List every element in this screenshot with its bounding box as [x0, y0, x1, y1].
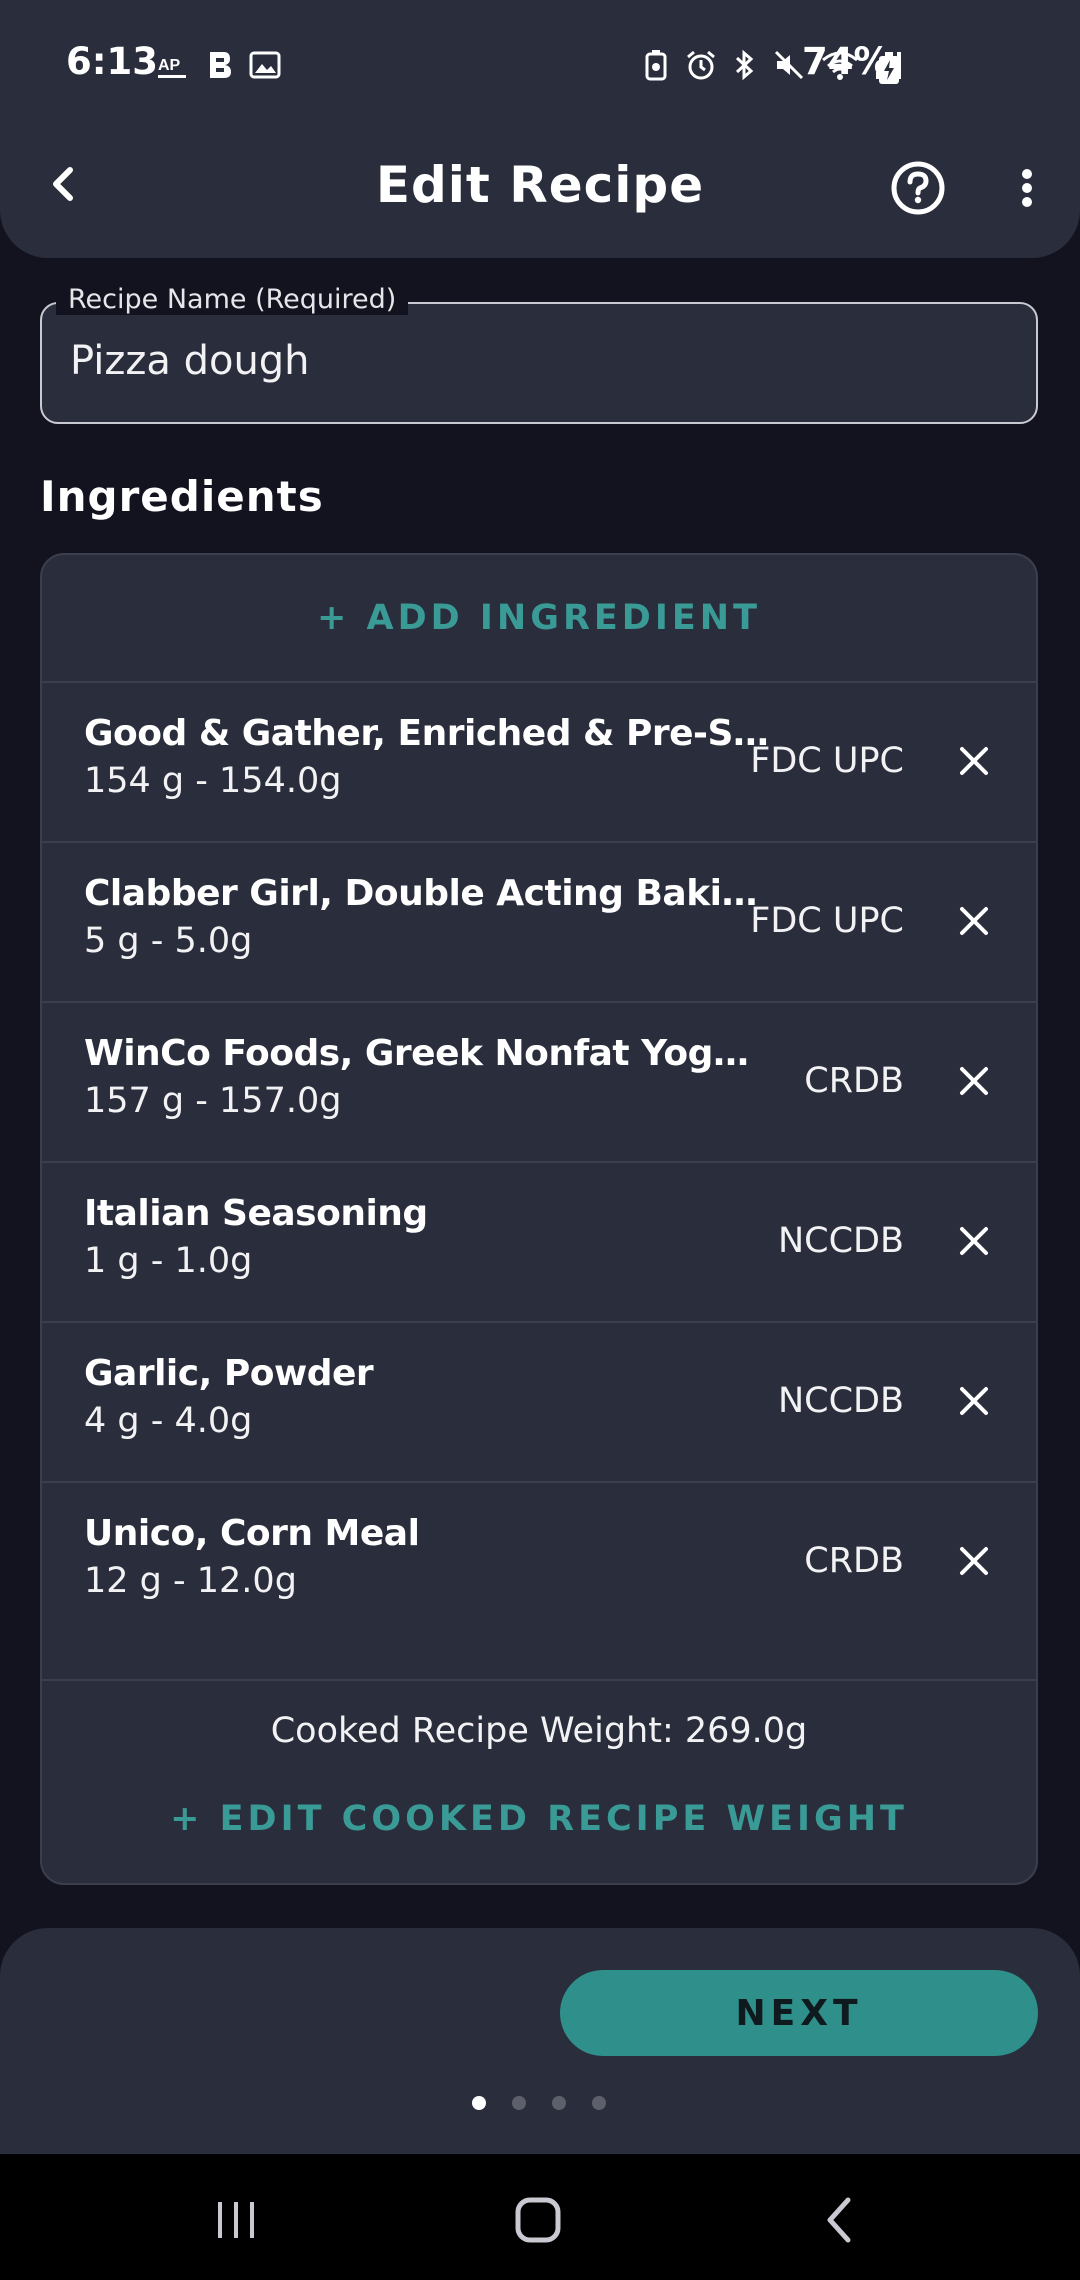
home-button[interactable] — [508, 2190, 568, 2250]
ingredients-heading: Ingredients — [40, 472, 324, 521]
ingredient-name: Unico, Corn Meal — [84, 1513, 420, 1554]
cooked-recipe-weight: Cooked Recipe Weight: 269.0g — [270, 1711, 808, 1751]
bluetooth-icon — [732, 48, 758, 82]
recipe-name-field[interactable]: Pizza dough — [40, 302, 1038, 424]
close-icon — [960, 747, 988, 775]
divider — [42, 1679, 1036, 1681]
battery-saver-icon — [642, 48, 670, 82]
ingredient-row[interactable]: Good & Gather, Enriched & Pre-Sifted … 1… — [42, 683, 1036, 843]
page-dot — [512, 2096, 526, 2110]
recipe-name-label: Recipe Name (Required) — [56, 284, 409, 315]
ingredient-amount: 1 g - 1.0g — [84, 1241, 253, 1281]
ingredient-name: Good & Gather, Enriched & Pre-Sifted … — [84, 713, 774, 754]
top-app-bar: Edit Recipe — [0, 134, 1080, 258]
b-app-icon — [204, 48, 234, 82]
system-back-button[interactable] — [810, 2190, 870, 2250]
svg-text:AP: AP — [158, 57, 181, 74]
back-arrow-icon — [827, 2197, 851, 2243]
ingredient-row[interactable]: Clabber Girl, Double Acting Baking Po… 5… — [42, 843, 1036, 1003]
ingredient-amount: 4 g - 4.0g — [84, 1401, 253, 1441]
ingredient-source: CRDB — [804, 1061, 904, 1101]
home-icon — [515, 2197, 561, 2243]
app-header: 6:13 AP 74% Edit Recipe — [0, 0, 1080, 258]
remove-ingredient-button[interactable] — [952, 739, 996, 783]
recent-apps-button[interactable] — [206, 2190, 266, 2250]
ingredient-source: FDC UPC — [750, 901, 904, 941]
ingredient-amount: 157 g - 157.0g — [84, 1081, 342, 1121]
ingredient-source: NCCDB — [777, 1221, 904, 1261]
page-dot-active — [472, 2096, 486, 2110]
ingredient-row[interactable]: Unico, Corn Meal 12 g - 12.0g CRDB — [42, 1483, 1036, 1643]
recipe-name-value: Pizza dough — [70, 338, 310, 384]
edit-cooked-weight-button[interactable]: + EDIT COOKED RECIPE WEIGHT — [42, 1799, 1036, 1839]
remove-ingredient-button[interactable] — [952, 1379, 996, 1423]
ingredient-source: NCCDB — [777, 1381, 904, 1421]
remove-ingredient-button[interactable] — [952, 1059, 996, 1103]
image-icon — [248, 48, 282, 82]
close-icon — [960, 1227, 988, 1255]
recent-apps-icon — [218, 2202, 254, 2238]
battery-charging-icon — [876, 50, 902, 86]
close-icon — [960, 1547, 988, 1575]
status-time: 6:13 — [66, 40, 159, 83]
page-dot — [592, 2096, 606, 2110]
bottom-action-bar: NEXT — [0, 1928, 1080, 2154]
ingredient-name: Garlic, Powder — [84, 1353, 374, 1394]
help-button[interactable] — [888, 158, 948, 218]
status-left-icons: AP — [156, 48, 282, 82]
system-navigation-bar — [0, 2154, 1080, 2280]
ingredient-name: WinCo Foods, Greek Nonfat Yogurt, Plain — [84, 1033, 774, 1074]
remove-ingredient-button[interactable] — [952, 1219, 996, 1263]
ingredient-amount: 5 g - 5.0g — [84, 921, 253, 961]
page-indicator — [472, 2096, 606, 2110]
ingredient-name: Italian Seasoning — [84, 1193, 428, 1234]
add-ingredient-button[interactable]: + ADD INGREDIENT — [42, 555, 1036, 683]
ingredient-row[interactable]: Italian Seasoning 1 g - 1.0g NCCDB — [42, 1163, 1036, 1323]
ingredient-amount: 154 g - 154.0g — [84, 761, 342, 801]
ingredient-name: Clabber Girl, Double Acting Baking Po… — [84, 873, 774, 914]
ingredient-source: CRDB — [804, 1541, 904, 1581]
ingredient-row[interactable]: WinCo Foods, Greek Nonfat Yogurt, Plain … — [42, 1003, 1036, 1163]
ingredients-card: + ADD INGREDIENT Good & Gather, Enriched… — [40, 553, 1038, 1885]
close-icon — [960, 1067, 988, 1095]
ingredient-source: FDC UPC — [750, 741, 904, 781]
more-options-button[interactable] — [1004, 158, 1050, 218]
mute-icon — [772, 48, 806, 82]
close-icon — [960, 907, 988, 935]
help-icon — [891, 161, 945, 215]
ingredient-amount: 12 g - 12.0g — [84, 1561, 297, 1601]
close-icon — [960, 1387, 988, 1415]
page-dot — [552, 2096, 566, 2110]
next-button[interactable]: NEXT — [560, 1970, 1038, 2056]
remove-ingredient-button[interactable] — [952, 899, 996, 943]
alarm-icon — [684, 48, 718, 82]
remove-ingredient-button[interactable] — [952, 1539, 996, 1583]
ap-news-icon: AP — [156, 48, 190, 82]
status-bar: 6:13 AP 74% — [0, 0, 1080, 134]
ingredient-row[interactable]: Garlic, Powder 4 g - 4.0g NCCDB — [42, 1323, 1036, 1483]
more-vert-icon — [1022, 169, 1032, 207]
